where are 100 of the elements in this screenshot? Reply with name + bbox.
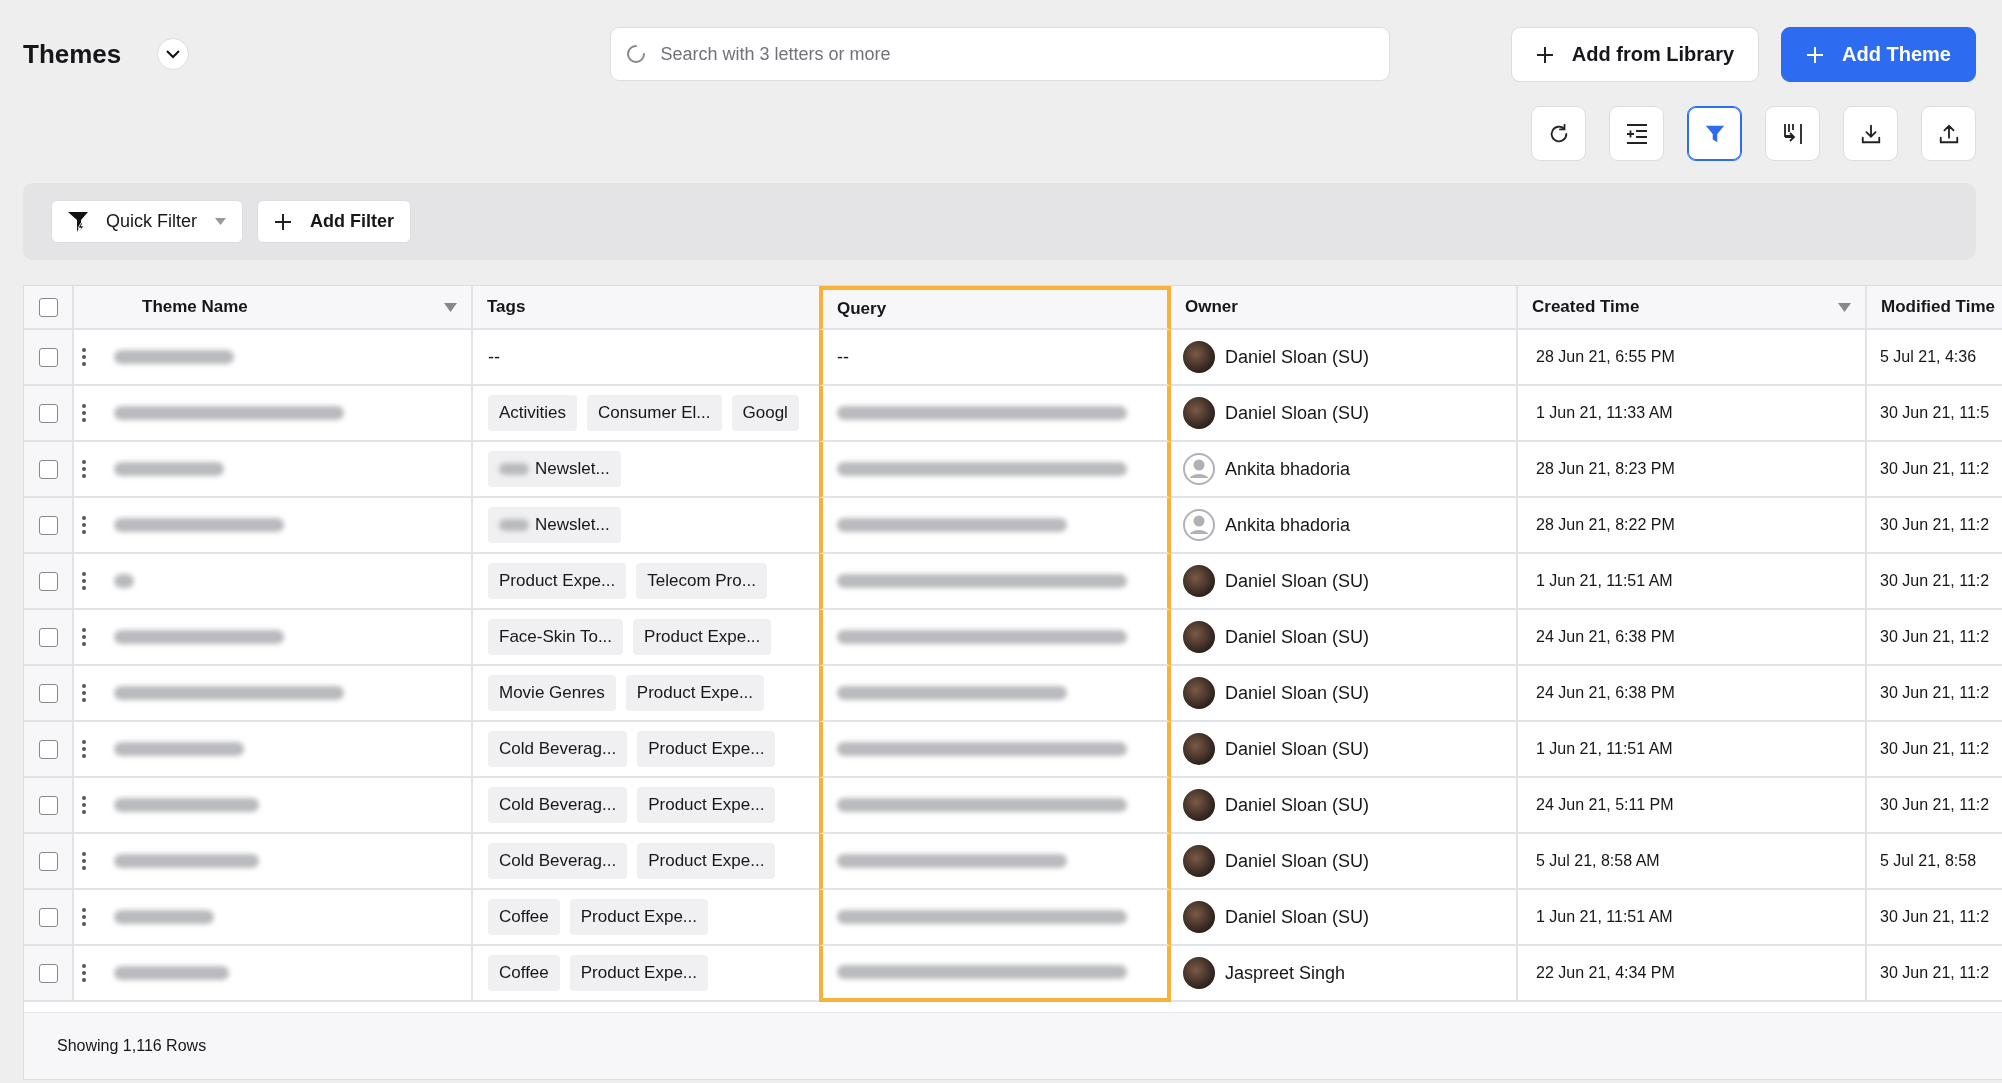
column-header[interactable]: Owner <box>1171 286 1518 330</box>
checkbox[interactable] <box>38 403 58 423</box>
tag: Product Expe... <box>633 619 772 655</box>
tag: Movie Genres <box>488 675 616 711</box>
modified-time: 5 Jul 21, 4:36 <box>1880 348 1977 366</box>
more-options-icon[interactable] <box>82 964 86 982</box>
tag: Product Expe... <box>625 675 765 711</box>
download-icon <box>1859 122 1882 145</box>
created-time: 24 Jun 21, 6:38 PM <box>1536 628 1675 646</box>
modified-time: 30 Jun 21, 11:2 <box>1880 796 1990 814</box>
avatar-photo <box>1183 621 1215 653</box>
avatar-photo <box>1183 341 1215 373</box>
created-time: 1 Jun 21, 11:51 AM <box>1536 572 1673 590</box>
tag: Cold Beverag... <box>488 731 628 767</box>
checkbox[interactable] <box>38 459 58 479</box>
checkbox[interactable] <box>38 515 58 535</box>
tag: Coffee <box>488 899 560 935</box>
avatar-photo <box>1183 901 1215 933</box>
created-time: 24 Jun 21, 5:11 PM <box>1536 796 1674 814</box>
more-options-icon[interactable] <box>82 796 86 814</box>
checkbox[interactable] <box>38 571 58 591</box>
more-options-icon[interactable] <box>82 516 86 534</box>
tag: Consumer El... <box>587 395 722 431</box>
modified-time: 30 Jun 21, 11:2 <box>1880 628 1990 646</box>
loading-spinner-icon <box>625 44 646 64</box>
tag: Face-Skin To... <box>488 619 624 655</box>
owner-name: Daniel Sloan (SU) <box>1225 346 1370 368</box>
checkbox[interactable] <box>38 297 58 317</box>
owner-name: Daniel Sloan (SU) <box>1225 570 1370 592</box>
title-dropdown-button[interactable] <box>157 38 190 70</box>
more-options-icon[interactable] <box>82 404 86 422</box>
tag: Product Expe... <box>488 563 627 599</box>
plus-icon <box>274 212 292 231</box>
caret-down-icon <box>444 302 457 312</box>
search-field[interactable]: Search with 3 letters or more <box>609 27 1390 81</box>
row-count: Showing 1,116 Rows <box>57 1037 207 1055</box>
created-time: 28 Jun 21, 8:22 PM <box>1536 516 1675 534</box>
modified-time: 30 Jun 21, 11:2 <box>1880 740 1990 758</box>
checkbox[interactable] <box>38 963 58 983</box>
column-header[interactable]: Query <box>819 286 1171 330</box>
column-header[interactable]: Theme Name <box>74 286 473 330</box>
column-header[interactable]: Modified Time <box>1867 286 2002 330</box>
owner-name: Daniel Sloan (SU) <box>1225 906 1370 928</box>
caret-down-icon <box>215 218 226 225</box>
checkbox[interactable] <box>38 851 58 871</box>
created-time: 5 Jul 21, 8:58 AM <box>1536 852 1660 870</box>
checkbox[interactable] <box>38 347 58 367</box>
modified-time: 30 Jun 21, 11:5 <box>1880 404 1990 422</box>
modified-time: 30 Jun 21, 11:2 <box>1880 684 1990 702</box>
avatar-photo <box>1183 397 1215 429</box>
checkbox[interactable] <box>38 627 58 647</box>
owner-name: Daniel Sloan (SU) <box>1225 682 1370 704</box>
tag: Product Expe... <box>569 955 708 991</box>
more-options-icon[interactable] <box>82 852 86 870</box>
checkbox[interactable] <box>38 795 58 815</box>
more-options-icon[interactable] <box>82 740 86 758</box>
more-options-icon[interactable] <box>82 908 86 926</box>
plus-icon <box>1806 45 1825 64</box>
created-time: 1 Jun 21, 11:51 AM <box>1536 740 1673 758</box>
modified-time: 30 Jun 21, 11:2 <box>1880 908 1990 926</box>
modified-time: 30 Jun 21, 11:2 <box>1880 572 1990 590</box>
checkbox[interactable] <box>38 907 58 927</box>
modified-time: 5 Jul 21, 8:58 <box>1880 852 1977 870</box>
more-options-icon[interactable] <box>82 460 86 478</box>
created-time: 1 Jun 21, 11:51 AM <box>1536 908 1673 926</box>
avatar-photo <box>1183 565 1215 597</box>
secondary-button[interactable]: Add from Library <box>1510 27 1760 82</box>
more-options-icon[interactable] <box>82 684 86 702</box>
checkbox[interactable] <box>38 683 58 703</box>
modified-time: 30 Jun 21, 11:2 <box>1880 460 1990 478</box>
modified-time: 30 Jun 21, 11:2 <box>1880 516 1990 534</box>
column-header[interactable]: Created Time <box>1518 286 1867 330</box>
tag: Cold Beverag... <box>488 843 628 879</box>
owner-name: Ankita bhadoria <box>1225 514 1351 536</box>
checkbox[interactable] <box>38 739 58 759</box>
redacted-text <box>114 574 134 588</box>
more-options-icon[interactable] <box>82 628 86 646</box>
created-time: 28 Jun 21, 6:55 PM <box>1536 348 1675 366</box>
modified-time: 30 Jun 21, 11:2 <box>1880 964 1990 982</box>
owner-name: Daniel Sloan (SU) <box>1225 626 1370 648</box>
filter-bolt-icon <box>68 210 88 233</box>
tag: Product Expe... <box>637 787 776 823</box>
chevron-down-icon <box>166 49 181 59</box>
page-title: Themes <box>23 38 122 70</box>
tag: Product Expe... <box>637 843 776 879</box>
avatar-photo <box>1183 957 1215 989</box>
created-time: 24 Jun 21, 6:38 PM <box>1536 684 1675 702</box>
column-header[interactable]: Tags <box>473 286 821 330</box>
avatar-photo <box>1183 789 1215 821</box>
add-filter-button[interactable]: Add Filter <box>257 200 411 243</box>
more-options-icon[interactable] <box>82 348 86 366</box>
more-options-icon[interactable] <box>82 572 86 590</box>
created-time: 28 Jun 21, 8:23 PM <box>1536 460 1675 478</box>
plus-icon <box>1535 45 1554 64</box>
owner-name: Daniel Sloan (SU) <box>1225 794 1370 816</box>
avatar-photo <box>1183 677 1215 709</box>
quick-filter-dropdown[interactable]: Quick Filter <box>51 200 243 243</box>
primary-button[interactable]: Add Theme <box>1781 27 1976 82</box>
owner-name: Jaspreet Singh <box>1225 962 1346 984</box>
owner-name: Daniel Sloan (SU) <box>1225 738 1370 760</box>
